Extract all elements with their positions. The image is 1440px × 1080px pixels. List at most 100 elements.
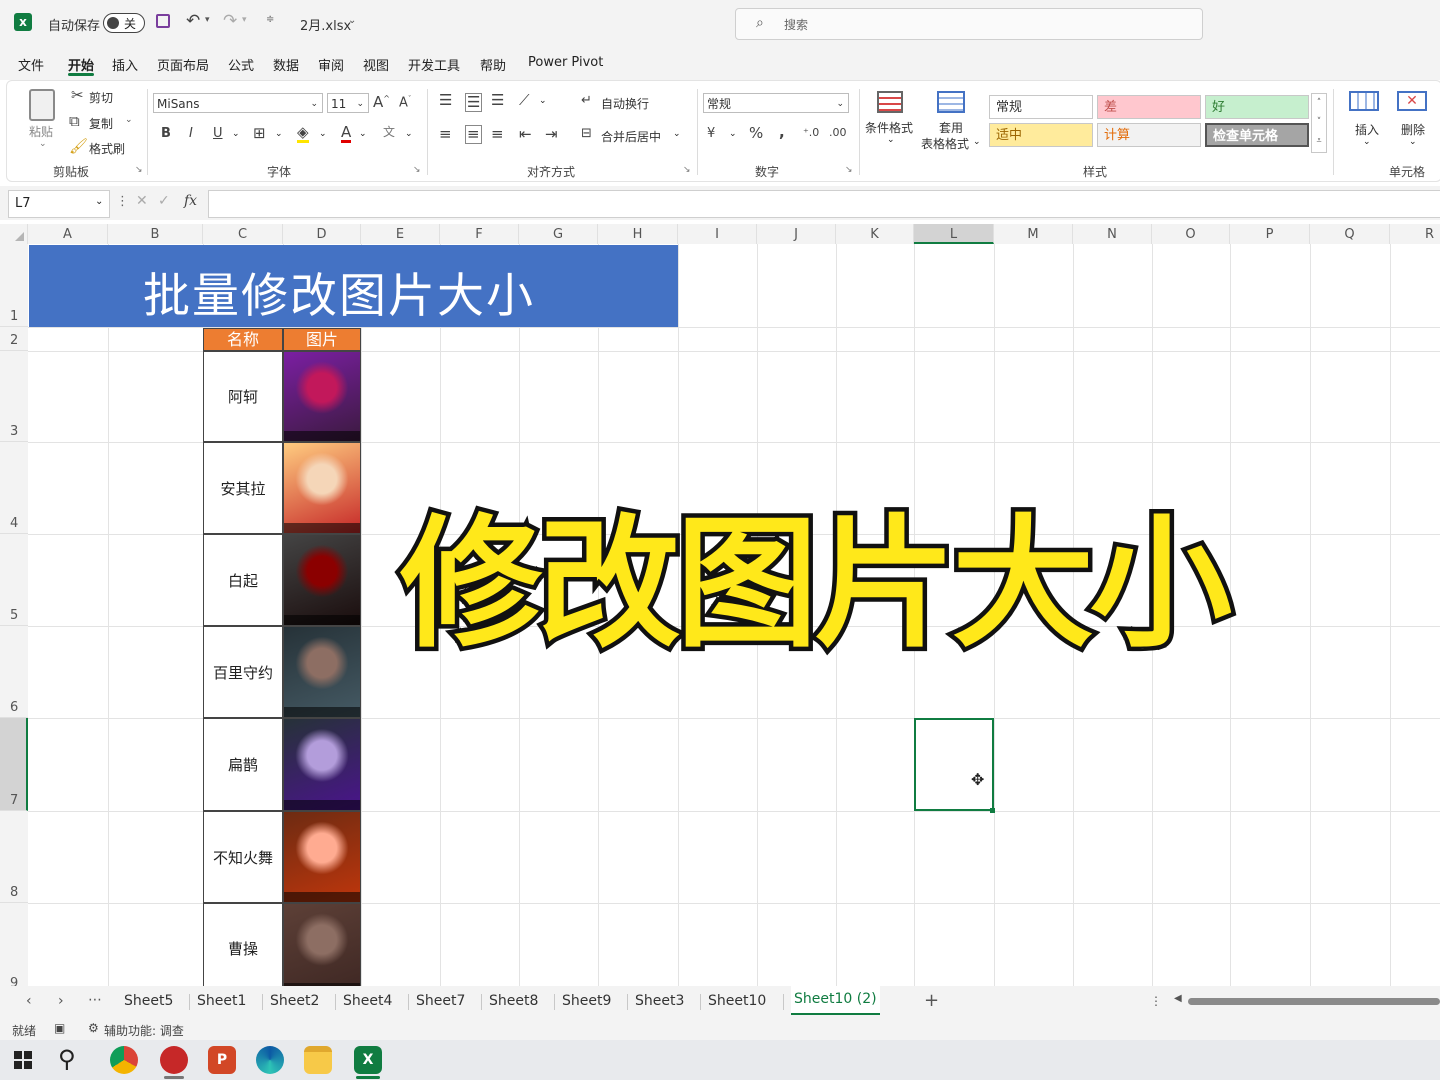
quick-access-customize-icon[interactable]: ≑ — [266, 14, 274, 25]
hero-name-cell[interactable]: 曹操 — [203, 903, 283, 986]
paste-button[interactable]: 粘贴 — [29, 123, 53, 140]
chevron-down-icon[interactable]: ⌄ — [95, 196, 103, 207]
scroll-down-icon[interactable]: ˅ — [1312, 113, 1326, 132]
row-header-2[interactable]: 2 — [0, 327, 28, 351]
sheet-tab[interactable]: Sheet1 — [197, 993, 246, 1009]
styles-scroll[interactable]: ˄ ˅ ⩡ — [1311, 93, 1327, 153]
sheet-tab[interactable]: Sheet8 — [489, 993, 538, 1009]
orientation-dropdown-icon[interactable]: ⌄ — [539, 96, 547, 106]
hscroll-left-icon[interactable]: ◀ — [1174, 993, 1182, 1004]
accessibility-status[interactable]: 辅助功能: 调查 — [104, 1022, 184, 1039]
autosave-toggle[interactable]: 关 — [103, 13, 145, 33]
text-orientation-icon[interactable]: ⟋ — [519, 93, 530, 108]
name-box[interactable]: L7 ⌄ — [8, 190, 110, 218]
alignment-launcher-icon[interactable]: ↘ — [683, 165, 691, 175]
macro-record-icon[interactable]: ▣ — [54, 1021, 65, 1035]
column-header-d[interactable]: D — [283, 224, 361, 244]
conditional-format-icon[interactable] — [877, 91, 903, 113]
font-color-icon[interactable]: A — [341, 125, 352, 143]
align-right-icon[interactable]: ≡ — [491, 127, 504, 142]
excel-taskbar-icon[interactable]: X — [354, 1046, 382, 1074]
hero-name-cell[interactable]: 阿轲 — [203, 351, 283, 442]
formula-input[interactable] — [208, 190, 1440, 218]
sheet-tab[interactable]: Sheet9 — [562, 993, 611, 1009]
powerpoint-icon[interactable]: P — [208, 1046, 236, 1074]
column-header-e[interactable]: E — [361, 224, 440, 244]
bold-icon[interactable]: B — [161, 127, 171, 140]
delete-cells-button[interactable]: 删除 — [1401, 121, 1425, 138]
decrease-decimal-icon[interactable]: .00 — [829, 127, 847, 138]
taskbar-search-icon[interactable]: ⚲ — [58, 1045, 76, 1073]
app-icon[interactable] — [160, 1046, 188, 1074]
font-launcher-icon[interactable]: ↘ — [413, 165, 421, 175]
column-header-p[interactable]: P — [1230, 224, 1310, 244]
cut-icon[interactable]: ✂ — [71, 88, 84, 103]
comma-style-icon[interactable]: , — [779, 125, 785, 140]
paste-dropdown-icon[interactable]: ⌄ — [39, 139, 47, 149]
hero-portrait-image[interactable] — [283, 442, 361, 534]
hero-name-cell[interactable]: 扁鹊 — [203, 718, 283, 811]
decrease-indent-icon[interactable]: ⇤ — [519, 127, 532, 142]
hero-portrait-image[interactable] — [283, 718, 361, 811]
percent-icon[interactable]: % — [749, 126, 763, 141]
column-header-k[interactable]: K — [836, 224, 914, 244]
accessibility-icon[interactable]: ⚙ — [88, 1021, 99, 1035]
add-sheet-icon[interactable]: + — [924, 990, 939, 1011]
copy-dropdown-icon[interactable]: ⌄ — [125, 115, 133, 125]
tab-power-pivot[interactable]: Power Pivot — [528, 55, 603, 70]
paste-icon[interactable] — [29, 89, 55, 121]
insert-dropdown-icon[interactable]: ⌄ — [1363, 137, 1371, 147]
number-format-select[interactable]: 常规 ⌄ — [703, 93, 849, 113]
sheet-tab[interactable]: Sheet4 — [343, 993, 392, 1009]
style-bad[interactable]: 差 — [1097, 95, 1201, 119]
tab-formulas[interactable]: 公式 — [228, 55, 254, 74]
undo-dropdown-icon[interactable]: ▾ — [205, 15, 210, 25]
table-format-button-line1[interactable]: 套用 — [939, 119, 963, 136]
search-box[interactable]: ⌕ 搜索 — [735, 8, 1203, 40]
row-header-9[interactable]: 9 — [0, 903, 28, 986]
row-header-7[interactable]: 7 — [0, 718, 28, 811]
sheet-tab[interactable]: Sheet7 — [416, 993, 465, 1009]
tab-file[interactable]: 文件 — [18, 55, 44, 74]
enter-icon[interactable]: ✓ — [158, 193, 170, 209]
tab-home[interactable]: 开始 — [68, 55, 94, 74]
sheet-tab[interactable]: Sheet2 — [270, 993, 319, 1009]
column-header-h[interactable]: H — [598, 224, 678, 244]
hero-name-cell[interactable]: 白起 — [203, 534, 283, 626]
borders-dropdown-icon[interactable]: ⌄ — [275, 129, 283, 139]
column-header-r[interactable]: R — [1390, 224, 1440, 244]
increase-decimal-icon[interactable]: ⁺.0 — [803, 127, 819, 138]
column-header-g[interactable]: G — [519, 224, 598, 244]
hero-portrait-image[interactable] — [283, 534, 361, 626]
column-header-c[interactable]: C — [203, 224, 283, 244]
sheet-tab[interactable]: Sheet10 — [708, 993, 766, 1009]
header-pic-cell[interactable]: 图片 — [283, 328, 361, 351]
column-header-j[interactable]: J — [757, 224, 836, 244]
tab-view[interactable]: 视图 — [363, 55, 389, 74]
increase-font-icon[interactable]: A^ — [373, 95, 390, 110]
column-header-i[interactable]: I — [678, 224, 757, 244]
file-name-chevron-icon[interactable]: ⌄ — [348, 15, 356, 26]
hero-name-cell[interactable]: 不知火舞 — [203, 811, 283, 903]
column-header-a[interactable]: A — [28, 224, 108, 244]
table-format-icon[interactable] — [937, 91, 965, 113]
insert-cells-button[interactable]: 插入 — [1355, 121, 1379, 138]
currency-icon[interactable]: ¥ — [707, 127, 715, 140]
selected-cell-l7[interactable] — [914, 718, 994, 811]
style-check-cell[interactable]: 检查单元格 — [1205, 123, 1309, 147]
table-format-button-line2[interactable]: 表格格式 — [921, 135, 969, 152]
align-bottom-icon[interactable]: ☰ — [491, 93, 504, 108]
chrome-icon[interactable] — [110, 1046, 138, 1074]
save-icon[interactable] — [156, 14, 170, 28]
column-header-m[interactable]: M — [994, 224, 1073, 244]
font-color-dropdown-icon[interactable]: ⌄ — [359, 129, 367, 139]
align-top-icon[interactable]: ☰ — [439, 93, 452, 108]
column-header-l[interactable]: L — [914, 224, 994, 244]
merge-center-button[interactable]: 合并后居中 — [601, 128, 661, 145]
row-header-8[interactable]: 8 — [0, 811, 28, 903]
header-name-cell[interactable]: 名称 — [203, 328, 283, 351]
style-calculation[interactable]: 计算 — [1097, 123, 1201, 147]
more-styles-icon[interactable]: ⩡ — [1312, 132, 1326, 151]
column-header-b[interactable]: B — [108, 224, 203, 244]
undo-icon[interactable]: ↶ — [186, 11, 200, 31]
